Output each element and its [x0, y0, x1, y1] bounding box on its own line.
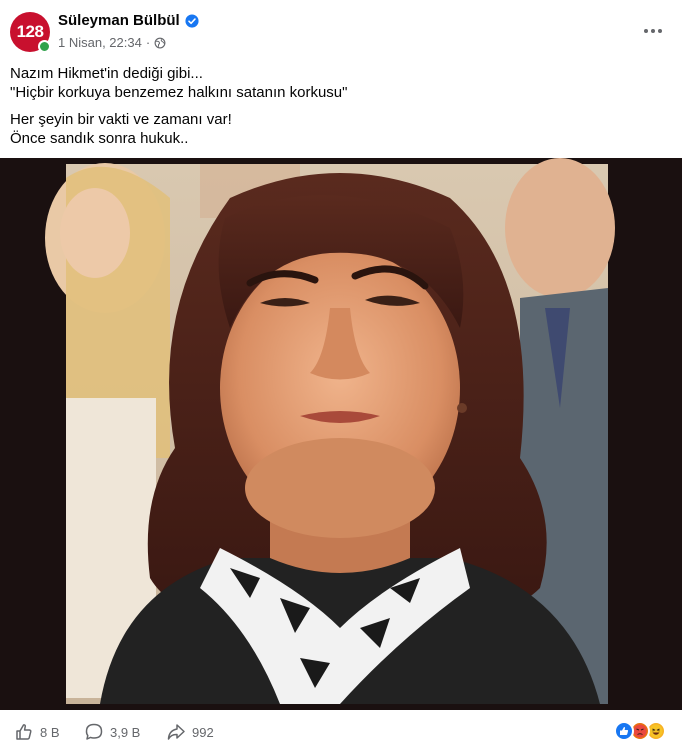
meta-separator: ·	[145, 35, 151, 50]
thumbs-up-icon	[16, 724, 32, 740]
dot-icon	[644, 29, 648, 33]
like-count: 8 B	[40, 724, 60, 740]
like-button[interactable]: 8 B	[14, 722, 60, 742]
more-options-button[interactable]	[642, 20, 664, 42]
facebook-post: 128 Süleyman Bülbül 1 Nisan, 22:34 · Naz…	[0, 0, 682, 753]
caricature-illustration	[0, 158, 682, 710]
post-body: Nazım Hikmet'in dediği gibi... "Hiçbir k…	[10, 64, 670, 156]
share-button[interactable]: 992	[166, 722, 214, 742]
globe-icon[interactable]	[154, 37, 166, 49]
text-line: Her şeyin bir vakti ve zamanı var!	[10, 111, 232, 128]
verified-badge-icon	[185, 13, 199, 28]
avatar-text: 128	[16, 22, 44, 41]
dot-icon	[651, 29, 655, 33]
reaction-summary[interactable]	[614, 721, 666, 741]
author-name[interactable]: Süleyman Bülbül	[58, 12, 180, 29]
comment-button[interactable]: 3,9 B	[84, 722, 140, 742]
post-header: 128 Süleyman Bülbül 1 Nisan, 22:34 ·	[0, 0, 682, 58]
share-count: 992	[192, 724, 214, 740]
post-timestamp[interactable]: 1 Nisan, 22:34	[58, 35, 142, 50]
post-meta: 1 Nisan, 22:34 ·	[58, 35, 166, 50]
text-line: Önce sandık sonra hukuk..	[10, 130, 189, 147]
dot-icon	[658, 29, 662, 33]
comment-icon	[85, 723, 103, 740]
like-reaction-icon	[614, 721, 634, 741]
author-row: Süleyman Bülbül	[58, 12, 199, 29]
share-icon	[167, 724, 185, 740]
post-image[interactable]	[0, 158, 682, 710]
post-footer: 8 B 3,9 B 992	[0, 710, 682, 753]
text-line: "Hiçbir korkuya benzemez halkını satanın…	[10, 84, 348, 101]
paragraph-1: Nazım Hikmet'in dediği gibi... "Hiçbir k…	[10, 64, 670, 102]
comment-count: 3,9 B	[110, 724, 141, 740]
paragraph-2: Her şeyin bir vakti ve zamanı var! Önce …	[10, 110, 670, 148]
online-status-dot	[38, 40, 51, 53]
text-line: Nazım Hikmet'in dediği gibi...	[10, 65, 203, 82]
